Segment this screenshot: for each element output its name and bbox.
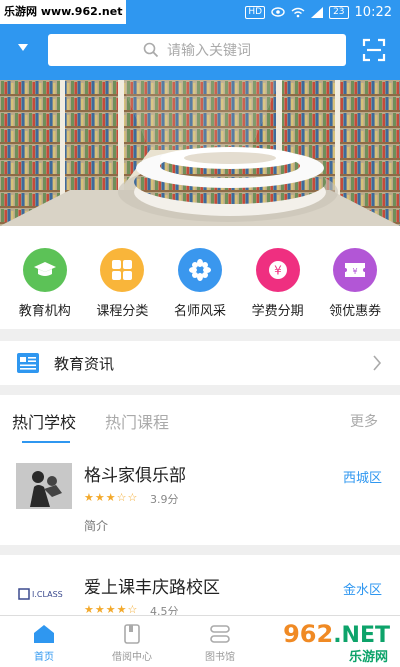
school-name: 格斗家俱乐部 [84,466,186,486]
category-grid: 教育机构 课程分类 名师风采 ¥ 学费分期 ¥ 领优惠券 [0,226,400,329]
watermark-net: .NET [333,623,390,648]
wifi-icon [291,7,305,17]
status-bar: 乐游网 www.962.net HD 23 10:22 [0,0,400,24]
clock: 10:22 [354,4,392,20]
grid-squares-icon [100,248,145,292]
category-label: 教育机构 [18,304,71,319]
book-icon [124,624,140,644]
education-news-row[interactable]: 教育资讯 [0,341,400,385]
rating-score: 4.5分 [150,605,179,615]
banner-library-image[interactable] [0,80,400,226]
rating-stars: ★★★★☆ [84,603,139,615]
search-input[interactable]: 请输入关键词 [48,34,346,66]
category-label: 课程分类 [96,304,149,319]
more-link[interactable]: 更多 [350,411,378,431]
library-icon [210,625,230,643]
library-illustration [0,80,400,226]
app-header: 请输入关键词 [0,24,400,80]
home-icon [34,625,54,643]
rating-stars: ★★★☆☆ [84,491,139,504]
school-district: 金水区 [342,583,382,598]
yen-icon: ¥ [255,248,300,292]
newspaper-icon [17,353,39,373]
rating-score: 3.9分 [150,493,179,506]
scan-icon[interactable] [362,38,386,62]
svg-text:¥: ¥ [353,267,358,276]
battery-indicator: 23 [329,5,349,19]
hot-section: 热门学校 热门课程 更多 格斗家俱乐部 西城区 ★★★☆☆ 3.9分 简介 [0,395,400,545]
school-entry: I.CLASS 爱上课丰庆路校区 金水区 ★★★★☆ 4.5分 [0,555,400,615]
category-education-institution[interactable]: 教育机构 [10,226,80,329]
chevron-right-icon [373,355,382,371]
school-thumbnail [16,463,72,509]
eye-icon [271,7,285,17]
category-famous-teachers[interactable]: 名师风采 [165,226,235,329]
category-label: 领优惠券 [329,304,382,319]
nav-label: 图书馆 [205,652,235,663]
school-list-item[interactable]: I.CLASS 爱上课丰庆路校区 金水区 ★★★★☆ 4.5分 [0,555,400,615]
school-list-item[interactable]: 格斗家俱乐部 西城区 ★★★☆☆ 3.9分 简介 [0,447,400,545]
tab-hot-courses[interactable]: 热门课程 [105,409,169,433]
dropdown-arrow-icon[interactable] [18,44,28,51]
nav-label: 借阅中心 [112,652,152,663]
hd-badge: HD [245,5,266,19]
active-tab-indicator [22,441,70,443]
signal-icon [311,6,324,18]
watermark-brand: 962 [283,620,334,648]
category-get-coupon[interactable]: ¥ 领优惠券 [320,226,390,329]
category-tuition-installment[interactable]: ¥ 学费分期 [243,226,313,329]
news-title: 教育资讯 [54,354,115,373]
nav-label: 首页 [34,652,54,663]
mortarboard-icon [22,248,67,292]
school-district: 西城区 [342,471,382,486]
watermark-text: 乐游网 www.962.net [0,0,127,24]
nav-borrow-center[interactable]: 借阅中心 [88,616,176,667]
hot-tabs: 热门学校 热门课程 更多 [0,395,400,447]
category-label: 名师风采 [173,304,226,319]
search-icon [143,42,159,58]
category-label: 学费分期 [251,304,304,319]
site-watermark-sub: 乐游网 [348,650,388,665]
category-course-classification[interactable]: 课程分类 [87,226,157,329]
flower-icon [177,248,222,292]
search-placeholder: 请输入关键词 [167,43,251,59]
school-intro: 简介 [84,519,109,533]
school-name: 爱上课丰庆路校区 [84,578,220,598]
nav-home[interactable]: 首页 [0,616,88,667]
tab-hot-schools[interactable]: 热门学校 [12,409,76,433]
svg-text:¥: ¥ [274,264,282,278]
ticket-icon: ¥ [333,248,378,292]
status-icons: HD 23 10:22 [245,0,392,24]
nav-library[interactable]: 图书馆 [176,616,264,667]
school-logo-text: I.CLASS [32,590,63,599]
school-logo: I.CLASS [16,571,72,615]
